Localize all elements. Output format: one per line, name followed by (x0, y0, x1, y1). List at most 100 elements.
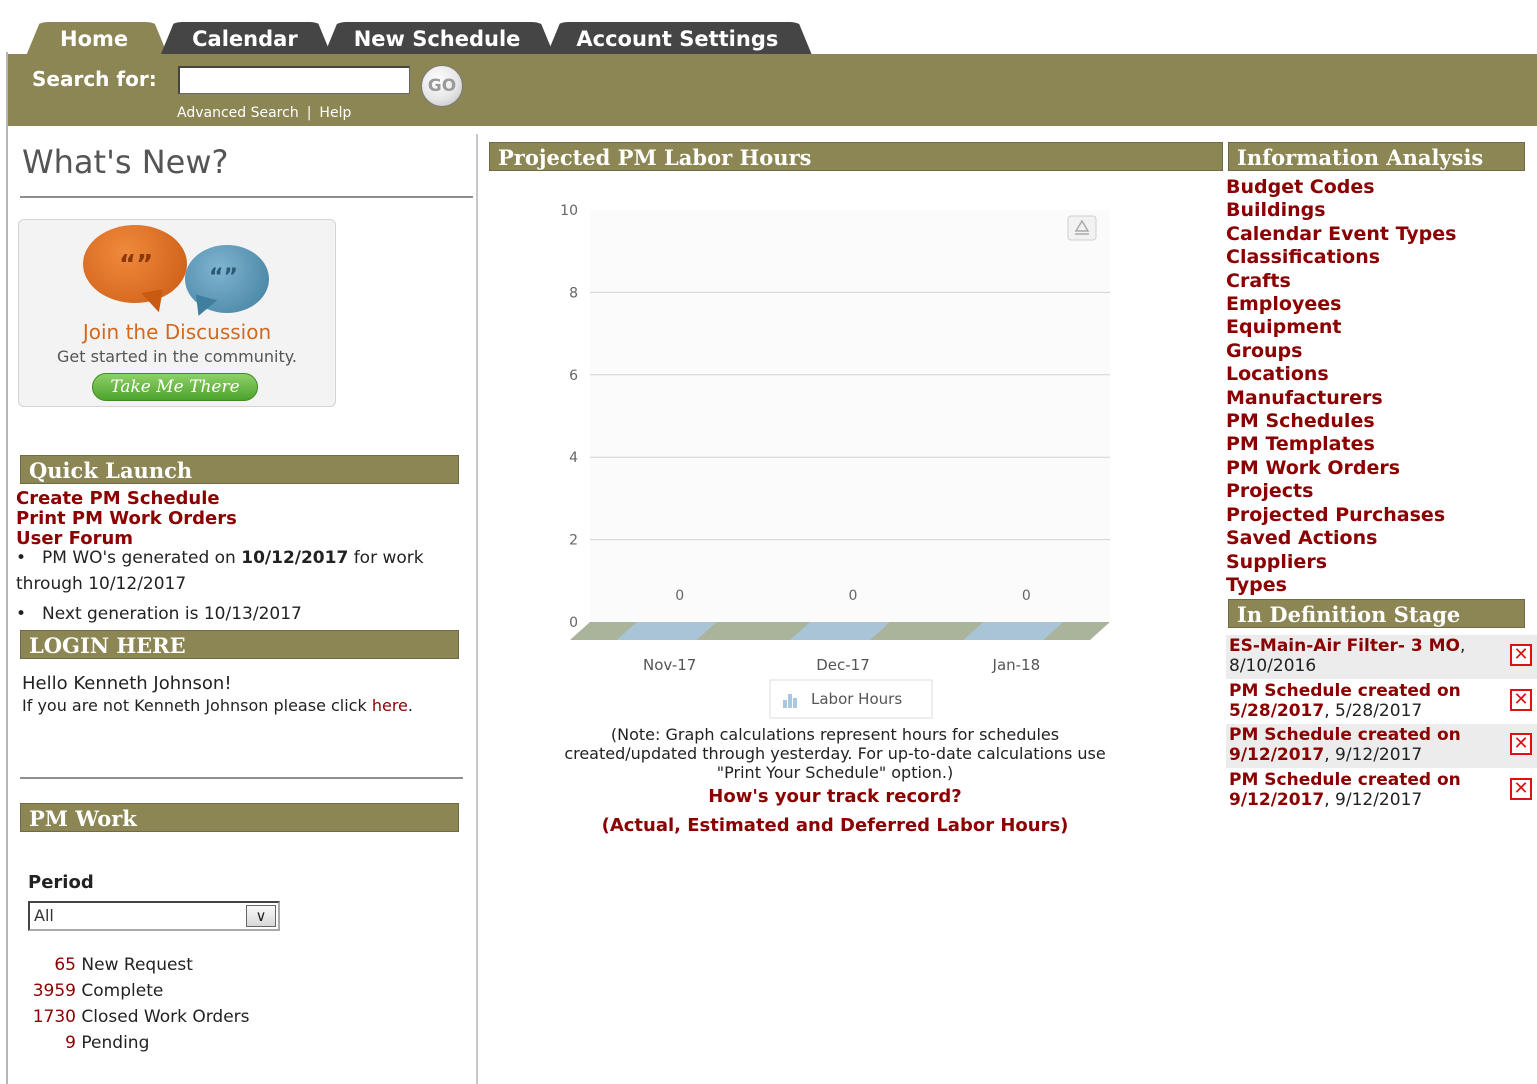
divider (20, 196, 473, 198)
help-link[interactable]: Help (319, 105, 351, 121)
search-bar: Search for: GO Advanced Search | Help (8, 54, 1537, 126)
info-analysis-link[interactable]: Crafts (1226, 270, 1456, 293)
info-analysis-link[interactable]: Employees (1226, 293, 1456, 316)
tab-home[interactable]: Home (26, 22, 168, 56)
info-analysis-link[interactable]: Types (1226, 574, 1456, 597)
info-analysis-link[interactable]: Saved Actions (1226, 527, 1456, 550)
pm-work-row[interactable]: 3959 Complete (28, 978, 250, 1004)
info-analysis-link[interactable]: PM Work Orders (1226, 457, 1456, 480)
delete-icon[interactable]: ✕ (1510, 644, 1532, 666)
whats-new-title: What's New? (22, 143, 229, 181)
schedule-date: 5/28/2017 (1335, 701, 1423, 721)
y-tick-label: 4 (569, 450, 578, 466)
info-analysis-link[interactable]: Calendar Event Types (1226, 223, 1456, 246)
chart-svg: 0 2 4 6 8 10 0 Nov-17 0 Dec-17 0 Jan-18 Labor Hours (560, 203, 1110, 719)
information-analysis-header: Information Analysis (1228, 142, 1525, 171)
gen-prefix: PM WO's generated on (42, 548, 242, 568)
login-here-link[interactable]: here (372, 696, 408, 715)
chevron-down-icon[interactable]: ∨ (246, 905, 276, 927)
schedule-name: ES-Main-Air Filter- 3 MO (1229, 636, 1460, 656)
login-not-user: If you are not Kenneth Johnson please cl… (22, 696, 413, 715)
pm-work-header: PM Work (20, 803, 459, 832)
info-analysis-link[interactable]: Classifications (1226, 246, 1456, 269)
y-tick-label: 8 (569, 285, 578, 301)
labor-hours-breakdown-link[interactable]: (Actual, Estimated and Deferred Labor Ho… (490, 815, 1180, 836)
information-analysis-links: Budget Codes Buildings Calendar Event Type… (1226, 176, 1456, 597)
promo-subtitle: Get started in the community. (57, 347, 297, 366)
definition-stage-item[interactable]: PM Schedule created on 9/12/2017, 9/12/2… (1226, 724, 1537, 768)
tab-calendar[interactable]: Calendar (160, 22, 332, 56)
search-input[interactable] (178, 66, 410, 94)
column-divider (476, 134, 478, 1084)
y-tick-label: 10 (560, 203, 578, 219)
x-tick-label: Jan-18 (992, 656, 1041, 674)
info-analysis-link[interactable]: Suppliers (1226, 551, 1456, 574)
info-analysis-link[interactable]: Manufacturers (1226, 387, 1456, 410)
y-tick-label: 2 (569, 533, 578, 549)
delete-icon[interactable]: ✕ (1510, 778, 1532, 800)
search-links-separator: | (306, 105, 312, 121)
go-button[interactable]: GO (421, 65, 463, 107)
x-tick-label: Dec-17 (816, 656, 870, 674)
pm-work-row[interactable]: 1730 Closed Work Orders (28, 1004, 250, 1030)
info-analysis-link[interactable]: Projects (1226, 480, 1456, 503)
plot-area (590, 210, 1110, 622)
period-select[interactable]: All ∨ (28, 901, 280, 931)
legend-swatch (793, 698, 797, 708)
delete-icon[interactable]: ✕ (1510, 733, 1532, 755)
next-generation-line: • Next generation is 10/13/2017 (16, 604, 302, 624)
gen-date: 10/12/2017 (241, 548, 349, 568)
speech-bubble-blue-icon: “” (185, 245, 269, 313)
projected-labor-header: Projected PM Labor Hours (489, 142, 1223, 171)
next-generation-text: Next generation is 10/13/2017 (42, 604, 302, 624)
y-tick-label: 0 (569, 615, 578, 631)
definition-stage-header: In Definition Stage (1228, 599, 1525, 628)
pm-work-row[interactable]: 9 Pending (28, 1030, 250, 1056)
period-select-value: All (34, 906, 54, 925)
pm-work-list: 65 New Request 3959 Complete 1730 Closed… (28, 952, 250, 1056)
data-label: 0 (1022, 588, 1031, 604)
top-tabs: Home Calendar New Schedule Account Setti… (26, 22, 804, 56)
x-tick-label: Nov-17 (643, 656, 696, 674)
page-left-border (6, 52, 8, 1084)
info-analysis-link[interactable]: PM Schedules (1226, 410, 1456, 433)
divider (20, 777, 463, 779)
definition-stage-item[interactable]: PM Schedule created on 5/28/2017, 5/28/2… (1226, 680, 1537, 724)
info-analysis-link[interactable]: Budget Codes (1226, 176, 1456, 199)
info-analysis-link[interactable]: PM Templates (1226, 433, 1456, 456)
graph-note: (Note: Graph calculations represent hour… (564, 725, 1106, 782)
tab-new-schedule[interactable]: New Schedule (324, 22, 555, 56)
advanced-search-link[interactable]: Advanced Search (177, 105, 299, 121)
print-pm-work-orders-link[interactable]: Print PM Work Orders (16, 509, 237, 529)
search-links: Advanced Search | Help (177, 105, 351, 121)
generation-line: • PM WO's generated on 10/12/2017 for wor… (16, 548, 424, 594)
data-label: 0 (849, 588, 858, 604)
info-analysis-link[interactable]: Groups (1226, 340, 1456, 363)
y-tick-label: 6 (569, 368, 578, 384)
delete-icon[interactable]: ✕ (1510, 689, 1532, 711)
take-me-there-button[interactable]: Take Me There (92, 373, 258, 401)
discussion-promo: “” “” Join the Discussion Get started in… (18, 219, 336, 407)
quick-launch-links: Create PM Schedule Print PM Work Orders … (16, 489, 237, 549)
legend-swatch (783, 700, 787, 708)
schedule-date: 9/12/2017 (1335, 790, 1423, 810)
pm-work-row[interactable]: 65 New Request (28, 952, 250, 978)
info-analysis-link[interactable]: Buildings (1226, 199, 1456, 222)
info-analysis-link[interactable]: Projected Purchases (1226, 504, 1456, 527)
info-analysis-link[interactable]: Equipment (1226, 316, 1456, 339)
create-pm-schedule-link[interactable]: Create PM Schedule (16, 489, 237, 509)
search-label: Search for: (32, 67, 157, 91)
login-header: LOGIN HERE (20, 630, 459, 659)
definition-stage-item[interactable]: PM Schedule created on 9/12/2017, 9/12/2… (1226, 769, 1537, 813)
data-label: 0 (675, 588, 684, 604)
legend-label: Labor Hours (811, 690, 902, 708)
quick-launch-header: Quick Launch (20, 455, 459, 484)
definition-stage-item[interactable]: ES-Main-Air Filter- 3 MO, 8/10/2016 ✕ (1226, 635, 1537, 679)
schedule-date: 9/12/2017 (1335, 745, 1423, 765)
schedule-date: 8/10/2016 (1229, 656, 1317, 676)
tab-account-settings[interactable]: Account Settings (546, 22, 812, 56)
generation-info: • PM WO's generated on 10/12/2017 for wor… (16, 545, 456, 627)
track-record-link[interactable]: How's your track record? (490, 786, 1180, 807)
login-greeting: Hello Kenneth Johnson! (22, 673, 232, 694)
info-analysis-link[interactable]: Locations (1226, 363, 1456, 386)
